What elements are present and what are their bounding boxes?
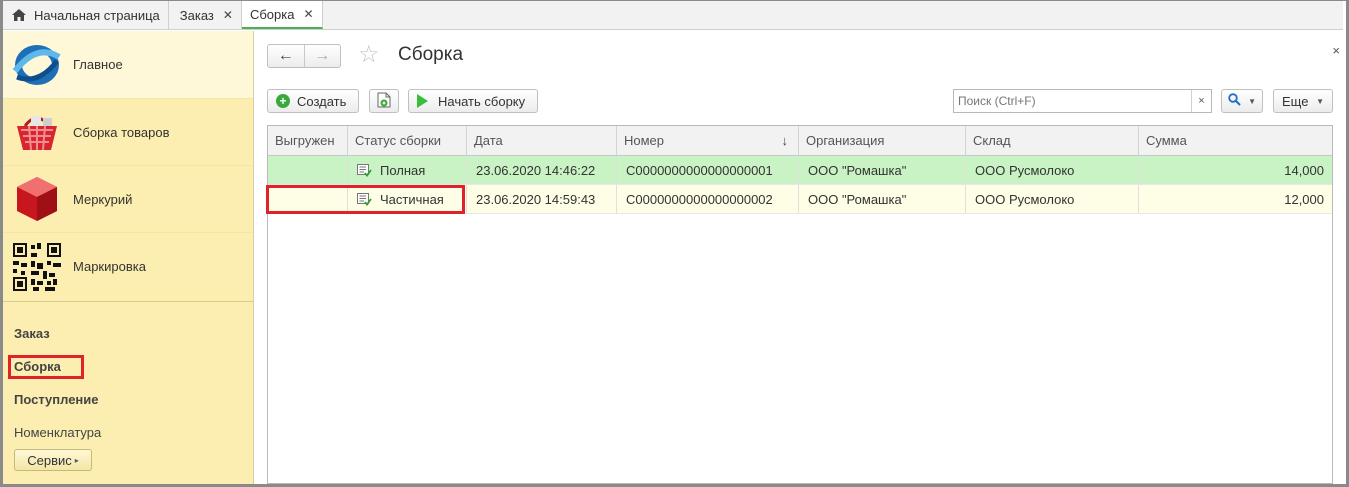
table-row[interactable]: Полная 23.06.2020 14:46:22 С000000000000… [268, 156, 1332, 185]
sidebar: Главное Сборка товаров Меркурий Маркиров… [3, 31, 254, 484]
cell-sum: 14,000 [1284, 162, 1324, 178]
cell-uploaded [268, 156, 348, 184]
page-title: Сборка [398, 44, 464, 65]
sidebar-item-label: Заказ [14, 326, 50, 341]
column-header-uploaded[interactable]: Выгружен [268, 126, 348, 155]
main-logo-icon [11, 39, 63, 91]
service-button[interactable]: Сервис ▸ [14, 449, 92, 471]
table-row[interactable]: Частичная 23.06.2020 14:59:43 С000000000… [268, 185, 1332, 214]
status-text: Полная [380, 162, 426, 178]
sidebar-item-assembly[interactable]: Сборка [3, 350, 253, 383]
tab-label: Сборка [249, 6, 295, 22]
sort-down-icon: ↓ [781, 133, 789, 148]
column-label: Склад [973, 133, 1011, 148]
create-button[interactable]: + Создать [267, 89, 359, 113]
start-label: Начать сборку [438, 93, 526, 109]
column-label: Выгружен [275, 133, 335, 148]
column-label: Дата [474, 133, 503, 148]
cell-warehouse: ООО Русмолоко [966, 185, 1139, 213]
document-check-icon [357, 192, 372, 206]
sidebar-item-label: Сборка [14, 358, 61, 374]
column-label: Сумма [1146, 133, 1187, 148]
document-check-icon [357, 163, 372, 177]
play-icon [417, 94, 428, 108]
cell-organization: ООО "Ромашка" [799, 156, 966, 184]
sidebar-item-receipt[interactable]: Поступление [3, 383, 253, 416]
cell-date: 23.06.2020 14:59:43 [467, 185, 617, 213]
sidebar-section-label: Меркурий [73, 191, 133, 207]
cell-warehouse: ООО Русмолоко [966, 156, 1139, 184]
cell-status: Полная [348, 156, 467, 184]
start-assembly-button[interactable]: Начать сборку [408, 89, 538, 113]
column-header-date[interactable]: Дата [467, 126, 617, 155]
tab-assembly[interactable]: Сборка ✕ [241, 1, 323, 29]
close-icon[interactable]: ✕ [303, 7, 313, 21]
sidebar-item-label: Поступление [14, 392, 99, 407]
search-box: × [953, 89, 1212, 113]
column-label: Организация [806, 133, 885, 148]
search-icon [1228, 93, 1241, 109]
caret-right-icon: ▸ [74, 455, 79, 465]
main-panel: ← → ☆ Сборка × + Создать Начать сборку П… [255, 31, 1343, 484]
search-options-button[interactable]: ▼ [1221, 89, 1263, 113]
forward-button[interactable]: → [303, 45, 341, 67]
document-icon [377, 92, 391, 111]
history-nav: ← → [267, 44, 341, 68]
sidebar-nav: Заказ Сборка Поступление Номенклатура [3, 302, 253, 449]
create-based-on-button[interactable] [369, 89, 399, 113]
cell-sum: 12,000 [1284, 191, 1324, 207]
column-header-sum[interactable]: Сумма [1139, 126, 1332, 155]
toolbar: + Создать Начать сборку × [267, 89, 1333, 113]
home-icon [11, 8, 27, 22]
caret-down-icon: ▼ [1316, 96, 1324, 106]
sidebar-section-label: Главное [73, 57, 123, 72]
service-label: Сервис [27, 452, 72, 468]
sidebar-section-label: Сборка товаров [73, 124, 170, 140]
caret-down-icon: ▼ [1248, 96, 1256, 106]
create-label: Создать [297, 93, 347, 109]
close-form-icon[interactable]: × [1332, 43, 1340, 58]
qr-code-icon [11, 241, 63, 293]
highlight-box: Сборка [8, 354, 84, 379]
assembly-table: Выгружен Статус сборки Дата Номер ↓ Орган… [266, 125, 1333, 484]
cell-status: Частичная [348, 185, 467, 213]
more-button[interactable]: Еще ▼ [1273, 89, 1333, 113]
search-input[interactable] [954, 90, 1191, 112]
cell-uploaded [268, 185, 348, 213]
column-label: Статус сборки [355, 133, 442, 148]
column-header-status[interactable]: Статус сборки [348, 126, 467, 155]
cell-number: С0000000000000000002 [617, 185, 799, 213]
tab-bar: Начальная страница Заказ ✕ Сборка ✕ [3, 1, 1343, 30]
back-button[interactable]: ← [268, 45, 304, 67]
column-header-warehouse[interactable]: Склад [966, 126, 1139, 155]
plus-icon: + [276, 94, 290, 108]
red-cube-icon [11, 173, 63, 225]
sidebar-section-main[interactable]: Главное [3, 31, 253, 99]
column-header-organization[interactable]: Организация [799, 126, 966, 155]
sidebar-item-order[interactable]: Заказ [3, 317, 253, 350]
column-header-number[interactable]: Номер ↓ [617, 126, 799, 155]
tab-order[interactable]: Заказ ✕ [169, 1, 242, 29]
cell-organization: ООО "Ромашка" [799, 185, 966, 213]
tab-label: Начальная страница [34, 7, 160, 23]
sidebar-section-label: Маркировка [73, 259, 146, 274]
sidebar-item-label: Номенклатура [14, 425, 102, 440]
more-label: Еще [1282, 93, 1309, 109]
basket-icon [11, 106, 63, 158]
tab-home[interactable]: Начальная страница [3, 1, 169, 29]
table-header: Выгружен Статус сборки Дата Номер ↓ Орган… [268, 126, 1332, 156]
cell-date: 23.06.2020 14:46:22 [467, 156, 617, 184]
status-text: Частичная [380, 191, 444, 207]
sidebar-item-nomenclature[interactable]: Номенклатура [3, 416, 253, 449]
favorite-star-icon[interactable]: ☆ [358, 43, 380, 67]
tab-label: Заказ [179, 7, 214, 23]
sidebar-section-mercury[interactable]: Меркурий [3, 166, 253, 233]
column-label: Номер [624, 133, 665, 148]
sidebar-section-goods-assembly[interactable]: Сборка товаров [3, 99, 253, 166]
close-icon[interactable]: ✕ [223, 8, 233, 22]
clear-search-button[interactable]: × [1191, 90, 1211, 112]
cell-number: С0000000000000000001 [617, 156, 799, 184]
sidebar-section-marking[interactable]: Маркировка [3, 233, 253, 300]
